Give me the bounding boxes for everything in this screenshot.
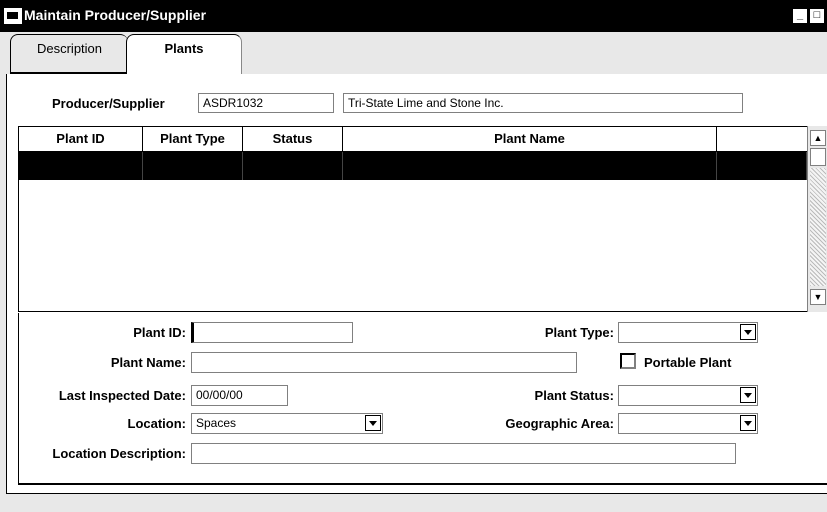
tab-description[interactable]: Description (10, 34, 128, 74)
minimize-button[interactable]: _ (792, 8, 808, 24)
column-header-extra[interactable] (717, 127, 807, 151)
plant-type-label: Plant Type: (544, 325, 614, 340)
plants-grid[interactable]: Plant ID Plant Type Status Plant Name (18, 126, 827, 312)
scroll-thumb[interactable] (810, 148, 826, 166)
cell-extra[interactable] (717, 152, 807, 180)
geographic-area-select[interactable] (618, 413, 758, 434)
grid-header: Plant ID Plant Type Status Plant Name (19, 127, 807, 152)
chevron-down-icon[interactable] (365, 415, 381, 431)
tab-plants[interactable]: Plants (126, 34, 242, 74)
cell-status[interactable] (243, 152, 343, 180)
plant-status-select[interactable] (618, 385, 758, 406)
last-inspected-date-label: Last Inspected Date: (58, 388, 186, 403)
location-label: Location: (127, 416, 187, 431)
plant-id-input[interactable] (191, 322, 353, 343)
status-bar (6, 493, 827, 512)
table-row[interactable] (19, 152, 807, 180)
portable-plant-label: Portable Plant (644, 355, 732, 370)
app-icon[interactable] (4, 8, 22, 24)
cell-plant-name[interactable] (343, 152, 717, 180)
location-description-input[interactable] (191, 443, 736, 464)
plant-id-label: Plant ID: (133, 325, 186, 340)
plant-name-input[interactable] (191, 352, 577, 373)
chevron-down-icon[interactable] (740, 324, 756, 340)
location-value: Spaces (196, 416, 237, 430)
scroll-track[interactable] (810, 168, 826, 286)
column-header-plant-type[interactable]: Plant Type (143, 127, 243, 151)
producer-code-field: ASDR1032 (198, 93, 334, 113)
portable-plant-checkbox[interactable] (620, 353, 636, 369)
location-select[interactable]: Spaces (191, 413, 383, 434)
scroll-down-arrow-icon[interactable]: ▼ (810, 289, 826, 305)
producer-supplier-label: Producer/Supplier (52, 96, 165, 111)
producer-name-field: Tri-State Lime and Stone Inc. (343, 93, 743, 113)
grid-vertical-scrollbar[interactable]: ▲ ▼ (807, 126, 827, 312)
scroll-up-arrow-icon[interactable]: ▲ (810, 130, 826, 146)
window-title: Maintain Producer/Supplier (24, 7, 207, 23)
tab-strip: Description Plants (0, 32, 827, 74)
plant-name-label: Plant Name: (110, 355, 186, 370)
column-header-plant-name[interactable]: Plant Name (343, 127, 717, 151)
column-header-status[interactable]: Status (243, 127, 343, 151)
geographic-area-label: Geographic Area: (505, 416, 614, 431)
plant-status-label: Plant Status: (534, 388, 614, 403)
chevron-down-icon[interactable] (740, 415, 756, 431)
cell-plant-type[interactable] (143, 152, 243, 180)
last-inspected-date-input[interactable]: 00/00/00 (191, 385, 288, 406)
plant-type-select[interactable] (618, 322, 758, 343)
column-header-plant-id[interactable]: Plant ID (19, 127, 143, 151)
cell-plant-id[interactable] (19, 152, 143, 180)
location-description-label: Location Description: (52, 446, 186, 461)
title-bar[interactable]: Maintain Producer/Supplier _ □ × (0, 0, 827, 32)
chevron-down-icon[interactable] (740, 387, 756, 403)
maximize-button[interactable]: □ (809, 8, 825, 24)
maintain-producer-window: Maintain Producer/Supplier _ □ × Descrip… (0, 0, 827, 512)
